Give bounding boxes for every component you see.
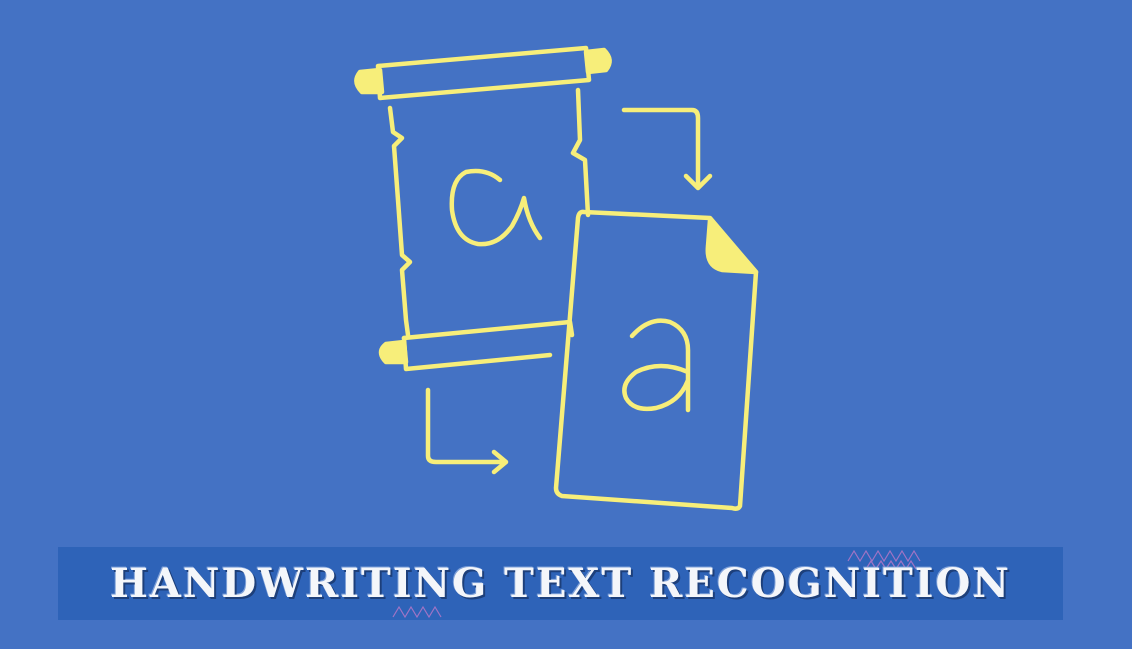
document-icon xyxy=(553,209,759,511)
title-banner: HANDWRITING TEXT RECOGNITION xyxy=(58,547,1063,620)
scroll-glyph-icon xyxy=(449,168,543,247)
arrow-right-down-icon xyxy=(621,107,713,191)
page-title: HANDWRITING TEXT RECOGNITION xyxy=(110,559,1011,607)
arrow-down-right-icon xyxy=(425,387,509,475)
document-glyph-icon xyxy=(622,318,691,413)
